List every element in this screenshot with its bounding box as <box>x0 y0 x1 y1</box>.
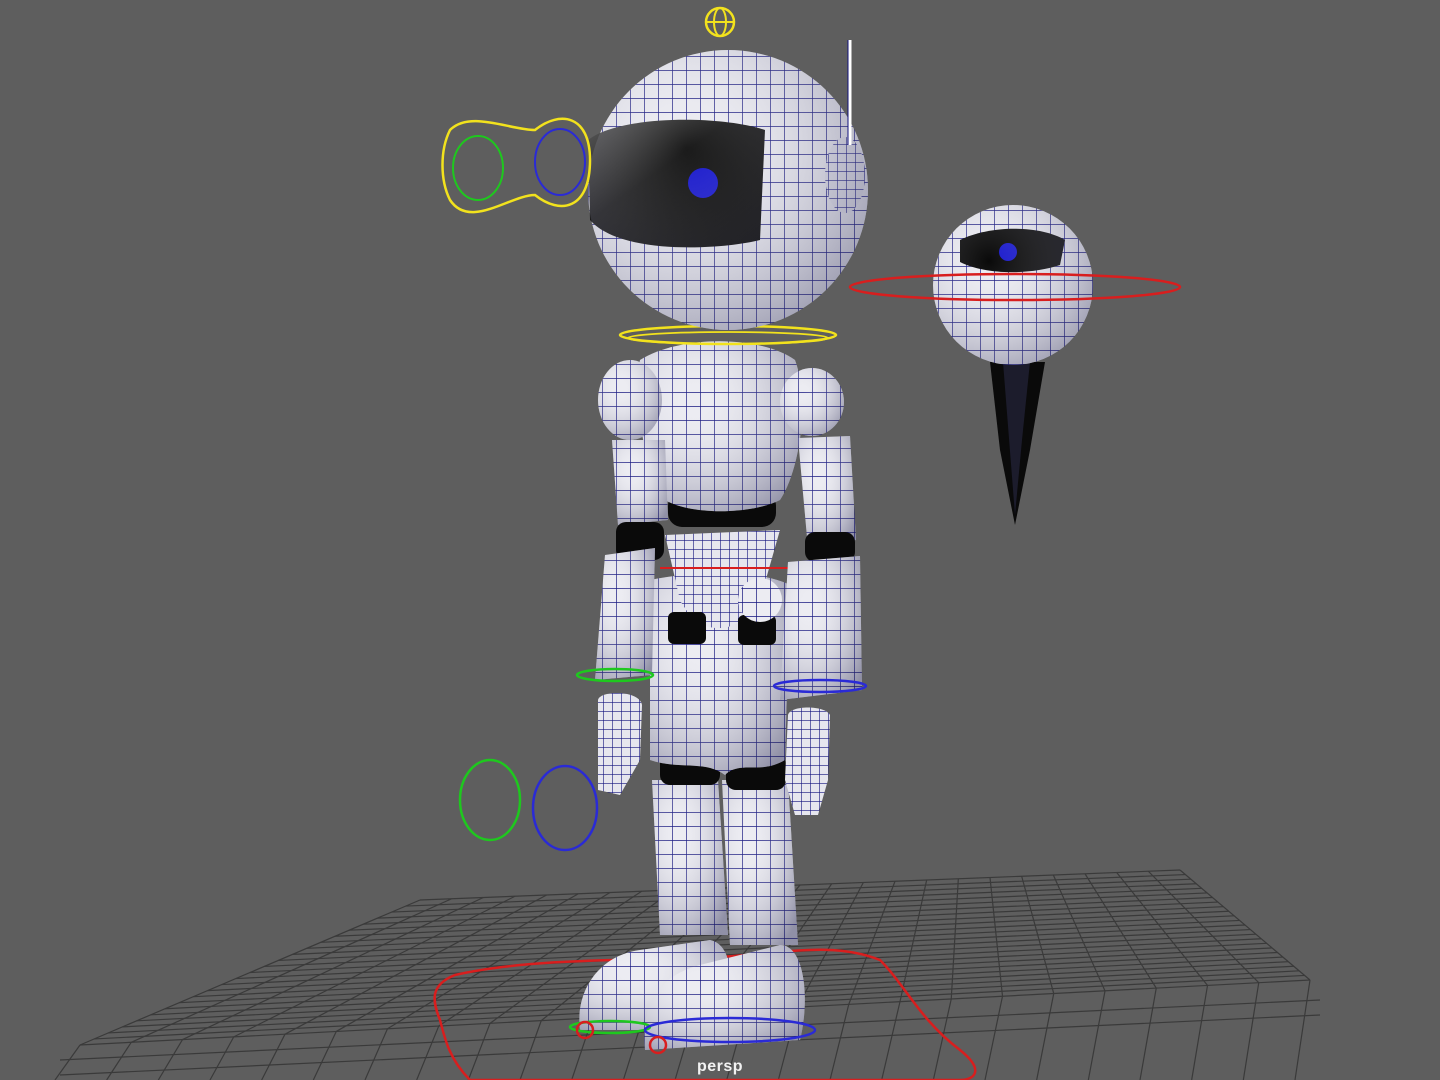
pelvis[interactable] <box>650 530 795 775</box>
hand-ik-controls[interactable] <box>458 758 599 852</box>
camera-name-label: persp <box>696 1058 744 1075</box>
eye-target-control[interactable] <box>848 205 1182 525</box>
legs[interactable] <box>652 750 798 945</box>
perspective-viewport[interactable] <box>0 0 1440 1080</box>
head[interactable] <box>588 40 868 330</box>
feet[interactable] <box>568 940 817 1055</box>
